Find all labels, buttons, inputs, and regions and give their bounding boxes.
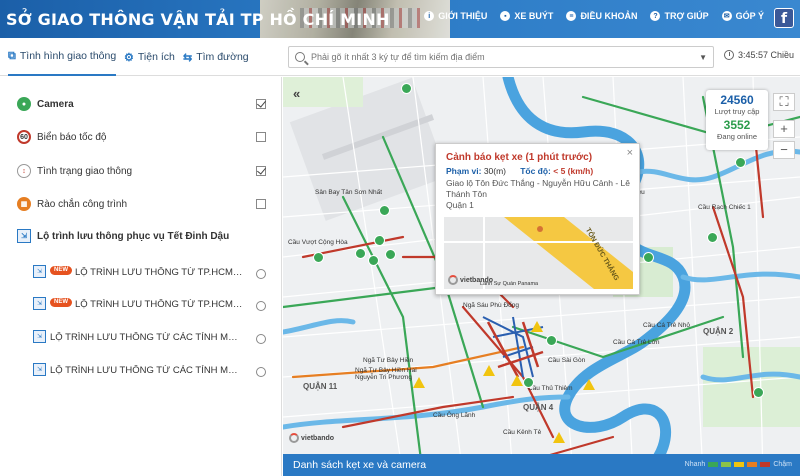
nav-tro-giup[interactable]: ? TRỢ GIÚP bbox=[650, 11, 709, 21]
mail-icon: ✉ bbox=[721, 11, 732, 21]
camera-marker[interactable] bbox=[355, 248, 366, 259]
speed-sign-icon: 60 bbox=[17, 130, 31, 144]
layer-speed-sign-checkbox[interactable] bbox=[256, 132, 266, 142]
route-item-3[interactable]: ⇲ LỘ TRÌNH LƯU THÔNG TỪ CÁC TỈNH MIỀN TÂ… bbox=[0, 322, 281, 352]
zoom-in-button[interactable]: + bbox=[773, 120, 795, 138]
jam-list-bar[interactable]: Danh sách kẹt xe và camera Nhanh Chậm bbox=[283, 454, 800, 476]
warning-marker[interactable] bbox=[483, 365, 495, 376]
search-input[interactable] bbox=[311, 52, 694, 62]
route-icon: ⇆ bbox=[183, 51, 193, 64]
camera-marker[interactable] bbox=[313, 252, 324, 263]
sidebar: ● Camera 60 Biển báo tốc độ ↕ Tình trạng… bbox=[0, 77, 282, 476]
route-icon: ⇲ bbox=[33, 297, 46, 310]
layer-traffic-status-checkbox[interactable] bbox=[256, 166, 266, 176]
top-nav: i GIỚI THIỆU ▪ XE BUÝT ≡ ĐIỀU KHOẢN ? TRỢ GI… bbox=[424, 11, 764, 21]
document-icon: ≡ bbox=[566, 11, 577, 21]
new-badge: NEW bbox=[50, 266, 72, 275]
layer-barrier[interactable]: ▦ Rào chắn công trình bbox=[0, 189, 281, 219]
route-icon: ⇲ bbox=[33, 265, 46, 278]
toolbar: ⧉ Tình hình giao thông ⚙ Tiện ích ⇆ Tìm … bbox=[0, 38, 800, 76]
layer-speed-sign[interactable]: 60 Biển báo tốc độ bbox=[0, 122, 281, 152]
help-icon: ? bbox=[650, 11, 661, 21]
warning-marker[interactable] bbox=[511, 375, 523, 386]
popup-minimap: TÔN ĐỨC THẮNG vietbando Lãnh Sự Quán Pan… bbox=[444, 217, 633, 289]
new-badge: NEW bbox=[50, 298, 72, 307]
route-list-icon: ⇲ bbox=[17, 229, 31, 243]
nav-dieu-khoan[interactable]: ≡ ĐIỀU KHOẢN bbox=[566, 11, 637, 21]
popup-details: Phạm vi: 30(m) Tốc độ: < 5 (km/h) bbox=[446, 166, 594, 176]
camera-marker[interactable] bbox=[643, 252, 654, 263]
route-icon: ⇲ bbox=[33, 363, 46, 376]
camera-marker[interactable] bbox=[753, 387, 764, 398]
camera-marker[interactable] bbox=[546, 335, 557, 346]
route-item-4[interactable]: ⇲ LỘ TRÌNH LƯU THÔNG TỪ CÁC TỈNH MIỀN ĐÔ… bbox=[0, 355, 281, 385]
layers-icon: ⧉ bbox=[8, 49, 16, 62]
nav-gop-y[interactable]: ✉ GÓP Ý bbox=[721, 11, 764, 21]
route-item-2[interactable]: ⇲ NEW LỘ TRÌNH LƯU THÔNG TỪ TP.HCM VỀ CÁ… bbox=[0, 289, 281, 319]
layer-traffic-status[interactable]: ↕ Tình trạng giao thông bbox=[0, 156, 281, 186]
layer-camera-checkbox[interactable] bbox=[256, 99, 266, 109]
route-item-1[interactable]: ⇲ NEW LỘ TRÌNH LƯU THÔNG TỪ TP.HCM VỀ CÁ… bbox=[0, 257, 281, 287]
route-icon: ⇲ bbox=[33, 330, 46, 343]
clock-time: 3:45:57 Chiều bbox=[738, 50, 795, 60]
collapse-sidebar-icon[interactable]: « bbox=[293, 86, 300, 101]
zoom-out-button[interactable]: − bbox=[773, 141, 795, 159]
camera-marker[interactable] bbox=[735, 157, 746, 168]
clock: 3:45:57 Chiều bbox=[724, 50, 794, 60]
info-icon: i bbox=[424, 11, 435, 21]
gear-icon: ⚙ bbox=[124, 51, 134, 64]
popup-title: Cảnh báo kẹt xe (1 phút trước) bbox=[446, 152, 593, 163]
bus-icon: ▪ bbox=[500, 11, 511, 21]
camera-marker[interactable] bbox=[707, 232, 718, 243]
camera-marker[interactable] bbox=[385, 249, 396, 260]
facebook-icon[interactable]: f bbox=[774, 8, 794, 28]
district-label: QUẬN 2 bbox=[703, 327, 734, 336]
routes-heading: ⇲ Lộ trình lưu thông phục vụ Tết Đinh Dậ… bbox=[0, 221, 281, 251]
close-icon[interactable]: × bbox=[627, 147, 633, 159]
vietbando-map-logo: vietbando bbox=[289, 433, 334, 443]
camera-marker[interactable] bbox=[379, 205, 390, 216]
jam-list-title: Danh sách kẹt xe và camera bbox=[293, 459, 427, 471]
camera-marker[interactable] bbox=[401, 83, 412, 94]
barrier-icon: ▦ bbox=[17, 197, 31, 211]
warning-marker[interactable] bbox=[531, 321, 543, 332]
traffic-map[interactable]: Sân Bay Tân Sơn Nhất Cầu Vượt Cộng Hòa N… bbox=[283, 77, 800, 476]
route-item-1-radio[interactable] bbox=[256, 269, 266, 279]
tab-tien-ich[interactable]: ⚙ Tiện ích bbox=[124, 38, 175, 76]
popup-address: Giao lộ Tôn Đức Thắng - Nguyễn Hữu Cảnh … bbox=[446, 178, 630, 210]
warning-marker[interactable] bbox=[553, 432, 565, 443]
nav-gioi-thieu[interactable]: i GIỚI THIỆU bbox=[424, 11, 487, 21]
warning-marker[interactable] bbox=[413, 377, 425, 388]
camera-marker[interactable] bbox=[368, 255, 379, 266]
speed-legend: Nhanh Chậm bbox=[684, 461, 792, 468]
clock-icon bbox=[724, 50, 734, 60]
traffic-jam-popup: Cảnh báo kẹt xe (1 phút trước) × Phạm vi… bbox=[435, 143, 640, 295]
route-item-2-radio[interactable] bbox=[256, 301, 266, 311]
visitor-stats: 24560 Lượt truy cập 3552 Đang online bbox=[706, 90, 768, 150]
nav-xe-buyt[interactable]: ▪ XE BUÝT bbox=[500, 11, 553, 21]
search-icon bbox=[295, 52, 305, 62]
camera-icon: ● bbox=[17, 97, 31, 111]
traffic-icon: ↕ bbox=[17, 164, 31, 178]
warning-marker[interactable] bbox=[583, 379, 595, 390]
site-title: SỞ GIAO THÔNG VẬN TẢI TP HỒ CHÍ MINH bbox=[6, 10, 390, 29]
district-label: QUẬN 4 bbox=[523, 403, 554, 412]
fullscreen-icon[interactable]: ⛶ bbox=[773, 93, 795, 111]
camera-marker[interactable] bbox=[374, 235, 385, 246]
camera-marker[interactable] bbox=[523, 377, 534, 388]
visit-count: 24560 bbox=[720, 93, 754, 107]
layer-barrier-checkbox[interactable] bbox=[256, 199, 266, 209]
district-label: QUẬN 11 bbox=[303, 382, 338, 391]
route-item-3-radio[interactable] bbox=[256, 334, 266, 344]
chevron-down-icon[interactable]: ▼ bbox=[699, 53, 707, 62]
route-item-4-radio[interactable] bbox=[256, 367, 266, 377]
layer-camera[interactable]: ● Camera bbox=[0, 89, 281, 119]
online-count: 3552 bbox=[723, 118, 751, 132]
tab-tim-duong[interactable]: ⇆ Tìm đường bbox=[183, 38, 249, 76]
app-header: SỞ GIAO THÔNG VẬN TẢI TP HỒ CHÍ MINH i GI… bbox=[0, 0, 800, 38]
search-box: ▼ bbox=[288, 46, 714, 68]
tab-tinh-hinh-giao-thong[interactable]: ⧉ Tình hình giao thông bbox=[8, 38, 117, 76]
